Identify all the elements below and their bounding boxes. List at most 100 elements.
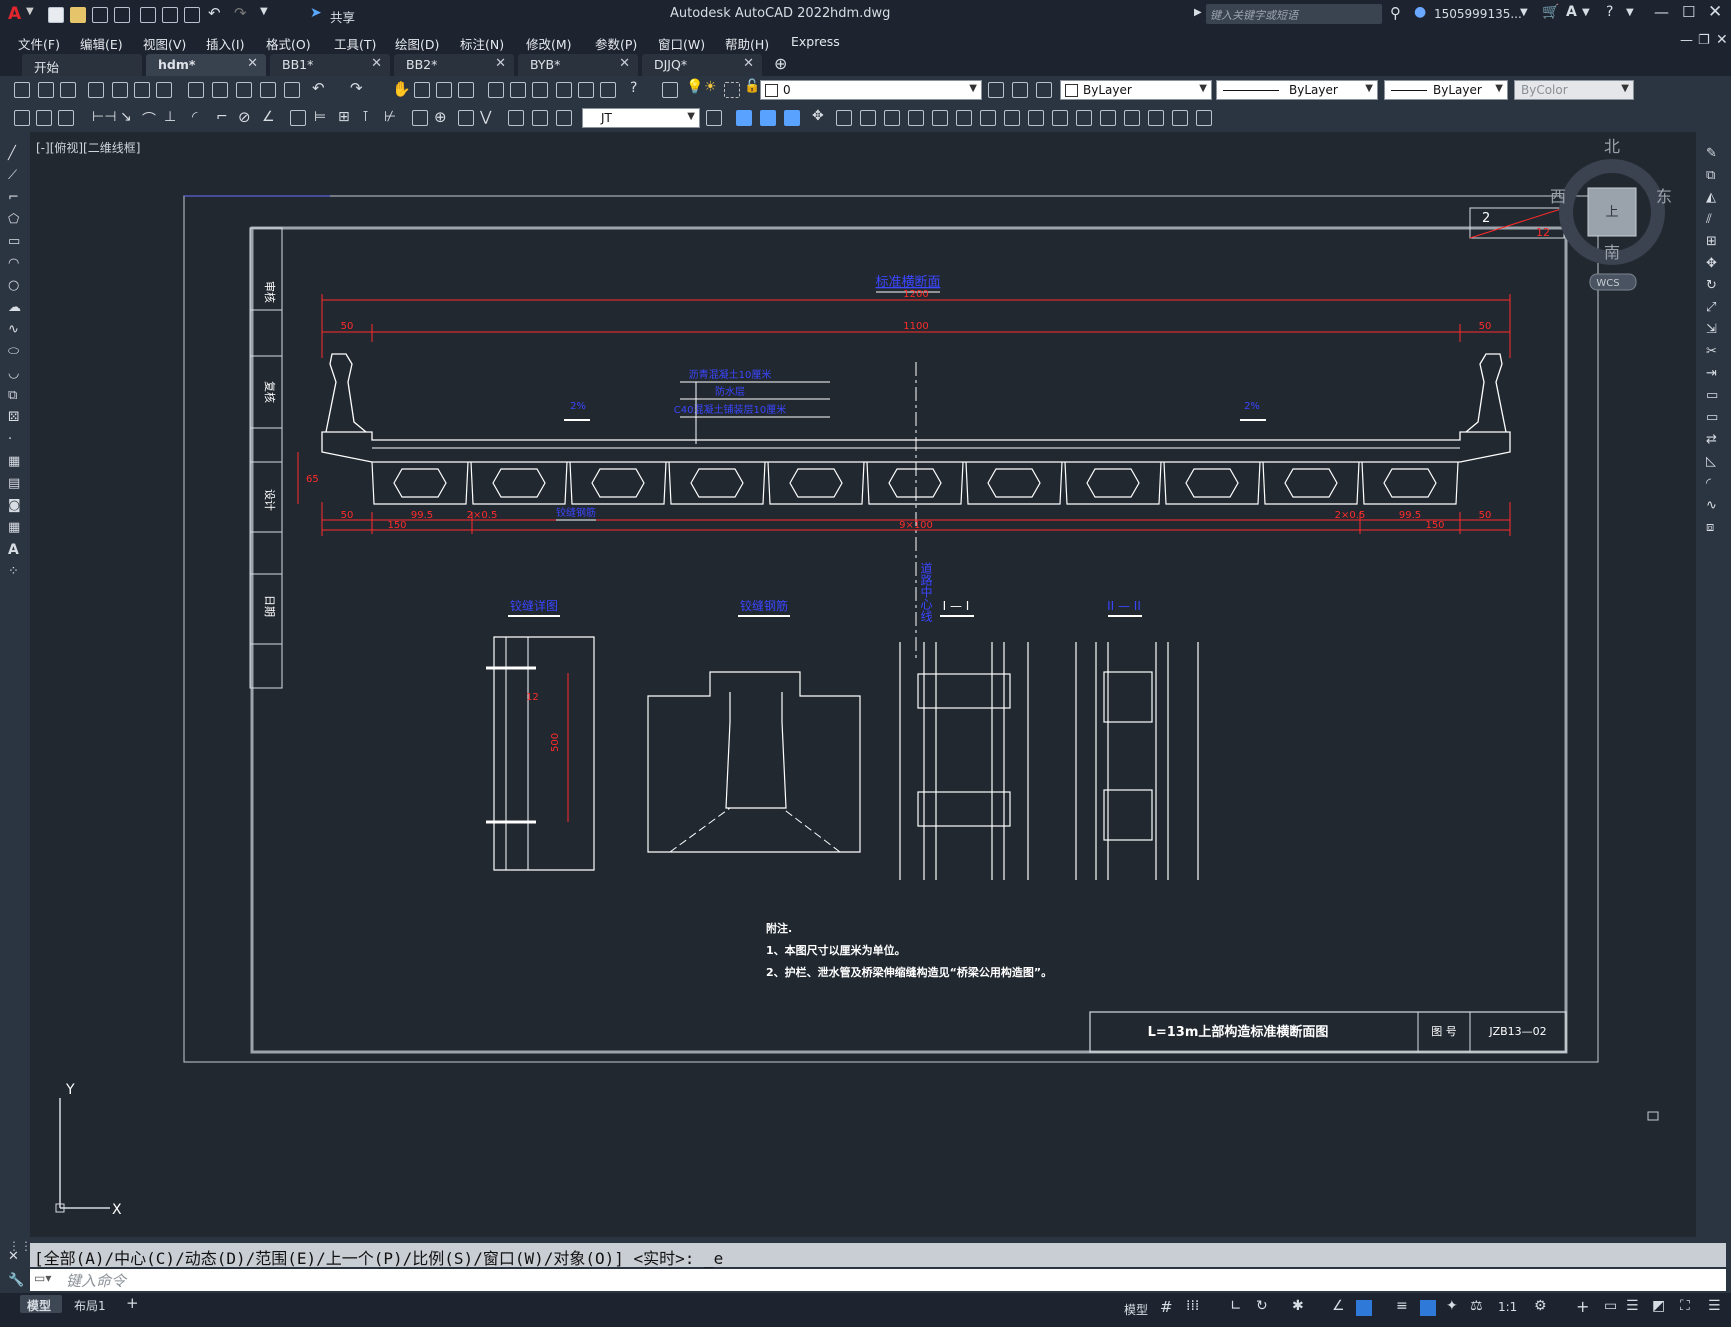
menu-edit[interactable]: 编辑(E) [80, 34, 123, 53]
scale-icon[interactable]: ⤢ [1706, 300, 1716, 315]
zoom-window-icon[interactable] [436, 82, 452, 98]
redo-icon[interactable]: ↷ [234, 4, 247, 22]
open-icon[interactable] [70, 7, 86, 23]
edit-polyline-icon[interactable] [1100, 110, 1116, 126]
preview-icon[interactable] [112, 82, 128, 98]
open-icon[interactable] [38, 82, 54, 98]
close-cmd-icon[interactable]: ✕ [8, 1249, 19, 1264]
mirror-obj-icon[interactable] [760, 110, 776, 126]
fillet-icon[interactable]: ◜ [1706, 476, 1711, 491]
mtext-icon[interactable]: A [8, 542, 19, 558]
close-icon[interactable]: ✕ [1708, 2, 1722, 22]
mirror-icon[interactable]: ◭ [1706, 190, 1716, 205]
menu-express[interactable]: Express [791, 34, 840, 49]
layer-lock-icon[interactable]: 🔓 [744, 79, 760, 94]
ordinate-dim-icon[interactable]: ⊥ [164, 109, 176, 125]
share-icon[interactable]: ➤ [310, 5, 322, 21]
copy-obj-icon[interactable] [736, 110, 752, 126]
annotation-monitor-icon[interactable]: + [1576, 1297, 1589, 1316]
user-name[interactable]: 1505999135... [1434, 7, 1522, 21]
calculator-icon[interactable] [600, 82, 616, 98]
explode-icon[interactable] [1052, 110, 1068, 126]
array-icon[interactable] [1076, 110, 1092, 126]
circle-icon[interactable]: ○ [8, 278, 19, 293]
fillet-icon[interactable] [1028, 110, 1044, 126]
ortho-icon[interactable]: ∟ [1230, 1298, 1242, 1314]
units-icon[interactable]: ▭ [1604, 1298, 1617, 1314]
tab-layout1[interactable]: 布局1 [74, 1297, 106, 1314]
rectangle-icon[interactable]: ▭ [8, 234, 20, 249]
gradient-icon[interactable]: ▤ [8, 476, 20, 491]
offset-icon[interactable]: ⫽ [1706, 212, 1712, 227]
dim-break-icon[interactable]: ⊬ [384, 109, 396, 125]
hatch-icon[interactable]: ▦ [8, 454, 20, 469]
close-tab-icon[interactable]: ✕ [743, 56, 754, 71]
blend-icon[interactable]: ∿ [1706, 498, 1717, 513]
add-selected-icon[interactable]: ⁘ [8, 564, 19, 579]
grid-icon[interactable]: # [1160, 1298, 1173, 1316]
autodesk-a360-icon[interactable]: A [1566, 4, 1577, 20]
3dprint-icon[interactable] [156, 82, 172, 98]
layer-dropdown[interactable]: 0 ▼ [760, 80, 982, 100]
stretch-icon[interactable] [884, 110, 900, 126]
jogged-linear-icon[interactable]: ⋁ [480, 109, 491, 125]
break-at-point-icon[interactable]: ▭ [1706, 388, 1718, 403]
menu-help[interactable]: 帮助(H) [725, 34, 769, 53]
annotation-scale-value[interactable]: 1:1 [1498, 1300, 1517, 1314]
tab-model-layout[interactable]: 模型 [20, 1295, 62, 1313]
dim-style-manager-icon[interactable] [706, 110, 722, 126]
customize-cmd-icon[interactable]: 🔧 [8, 1273, 24, 1288]
layer-previous-icon[interactable] [1012, 82, 1028, 98]
open-web-icon[interactable] [140, 7, 156, 23]
copy-icon[interactable]: ⧉ [1706, 168, 1715, 183]
revcloud-icon[interactable]: ☁ [8, 300, 21, 315]
undo-icon[interactable]: ↶ [312, 79, 325, 97]
help-icon[interactable]: ? [630, 80, 637, 96]
annotation-scale-icon[interactable]: ⚖ [1470, 1298, 1483, 1314]
make-block-icon[interactable]: ⚄ [8, 410, 19, 425]
angular-dim-icon[interactable]: ∠ [262, 109, 275, 125]
edit-block-icon[interactable] [1172, 110, 1188, 126]
a360-dropdown-icon[interactable]: ▼ [1582, 7, 1590, 18]
region-icon[interactable]: ◙ [8, 498, 21, 513]
dim-text-edit-icon[interactable] [532, 110, 548, 126]
save-as-icon[interactable] [114, 7, 130, 23]
lineweight-icon[interactable]: ≡ [1396, 1298, 1408, 1314]
draw-order-icon[interactable] [1196, 110, 1212, 126]
save-icon[interactable] [60, 82, 76, 98]
doc-restore-icon[interactable]: ❐ [1698, 33, 1710, 48]
erase-icon[interactable]: ✎ [1706, 146, 1717, 161]
insert-block-icon[interactable]: ⧉ [8, 388, 17, 403]
explode-icon[interactable]: ⧈ [1706, 520, 1714, 535]
ellipse-arc-icon[interactable]: ◡ [8, 366, 19, 381]
tab-djjq[interactable]: DJJQ* ✕ [642, 54, 762, 76]
menu-modify[interactable]: 修改(M) [526, 34, 572, 53]
search-expand-icon[interactable]: ▶ [1194, 7, 1202, 18]
new-tab-icon[interactable]: ⊕ [774, 54, 787, 73]
inspect-icon[interactable] [458, 110, 474, 126]
user-dropdown-icon[interactable]: ▼ [1520, 7, 1528, 18]
compass-north[interactable]: 北 [1604, 137, 1620, 156]
rotate-icon[interactable] [836, 110, 852, 126]
offset-obj-icon[interactable] [784, 110, 800, 126]
tab-byb[interactable]: BYB* ✕ [518, 54, 638, 76]
help-dropdown-icon[interactable]: ▼ [1626, 7, 1634, 18]
point-icon[interactable]: · [8, 432, 12, 447]
isodraft-icon[interactable]: ✱ [1292, 1298, 1304, 1314]
search-icon[interactable]: ⚲ [1390, 4, 1401, 22]
diameter-dim-icon[interactable]: ⊘ [238, 108, 251, 126]
lineweight-dropdown[interactable]: ByLayer ▼ [1384, 80, 1508, 100]
workspace-gear-icon[interactable]: ⚙ [1534, 1298, 1547, 1314]
properties-icon[interactable] [488, 82, 504, 98]
dim-edit-icon[interactable] [508, 110, 524, 126]
extend-icon[interactable] [932, 110, 948, 126]
minimize-icon[interactable]: — [1654, 3, 1669, 21]
qat-dropdown-icon[interactable]: ▼ [260, 6, 268, 17]
layer-properties-icon[interactable] [662, 82, 678, 98]
join-icon[interactable]: ⇄ [1706, 432, 1717, 447]
redo-icon[interactable]: ↷ [350, 79, 363, 97]
share-button[interactable]: 共享 [330, 7, 355, 26]
plotstyle-dropdown[interactable]: ByColor ▼ [1514, 80, 1634, 100]
aligned-dim-icon[interactable]: ↘ [120, 109, 132, 125]
linetype-dropdown[interactable]: ByLayer ▼ [1216, 80, 1378, 100]
